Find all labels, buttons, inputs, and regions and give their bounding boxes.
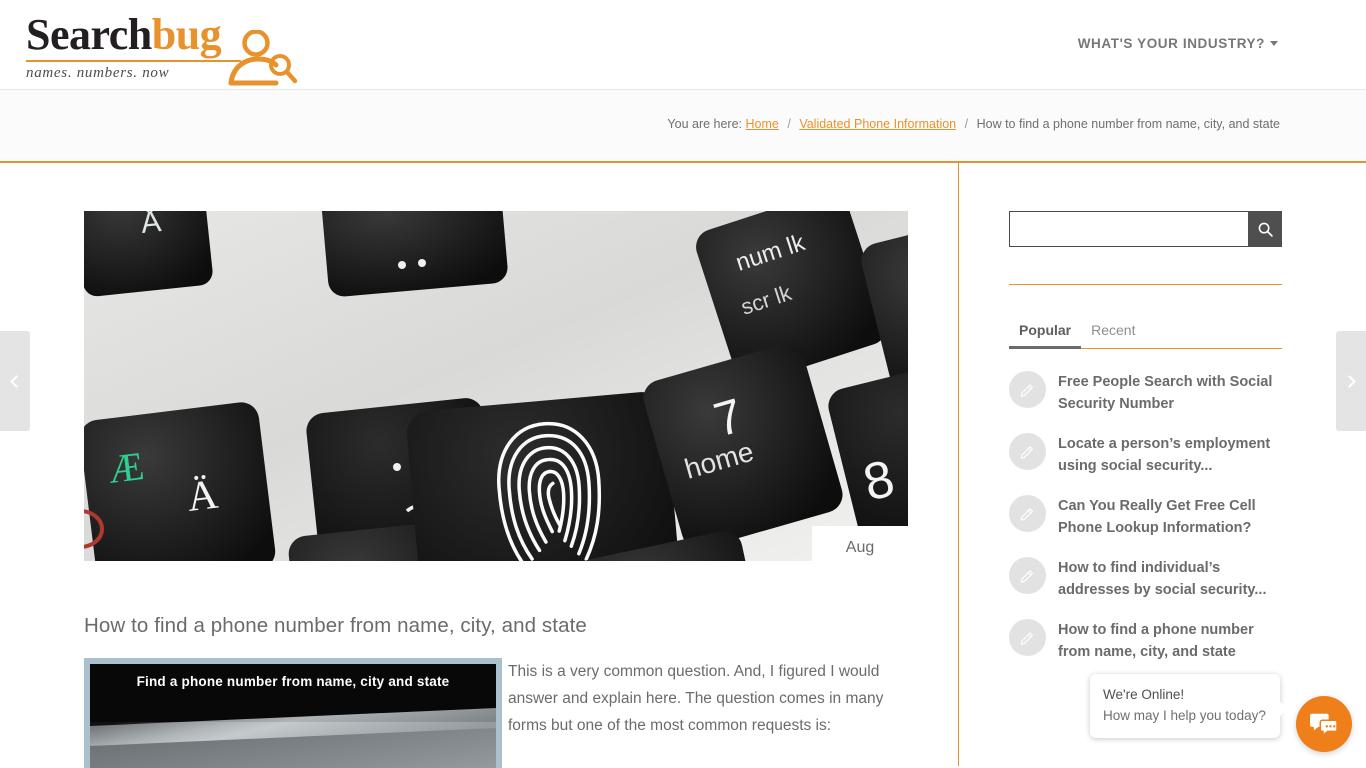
search-icon — [1258, 222, 1273, 237]
sidebar: Popular Recent Free People Search with S… — [1009, 211, 1282, 681]
svg-text:Å: Å — [139, 211, 162, 240]
site-header: Searchbug names. numbers. now WHAT'S YOU… — [0, 0, 1366, 90]
popular-posts-list: Free People Search with Social Security … — [1009, 371, 1282, 663]
avatar — [1009, 371, 1046, 408]
chevron-left-icon — [10, 374, 23, 388]
chat-greeting-bubble: We're Online! How may I help you today? — [1090, 674, 1288, 738]
chat-prompt-line: How may I help you today? — [1103, 708, 1266, 723]
pencil-icon — [1020, 446, 1034, 459]
page-title: How to find a phone number from name, ci… — [84, 614, 587, 637]
list-item[interactable]: Can You Really Get Free Cell Phone Looku… — [1009, 495, 1282, 539]
main-content-column: Å Æ Ä ✳ — [84, 211, 908, 768]
breadcrumb-link-home[interactable]: Home — [746, 117, 779, 131]
inline-article-figure[interactable]: Find a phone number from name, city and … — [84, 658, 502, 768]
list-item[interactable]: How to find a phone number from name, ci… — [1009, 619, 1282, 663]
pencil-icon — [1020, 508, 1034, 521]
tab-popular[interactable]: Popular — [1009, 322, 1082, 349]
post-paragraph: This is a very common question. And, I f… — [508, 663, 884, 734]
post-body: Find a phone number from name, city and … — [84, 658, 908, 768]
post-date-badge: Aug 11 — [812, 526, 908, 561]
list-item-label: Locate a person’s employment using socia… — [1058, 436, 1271, 474]
chevron-down-icon — [1270, 40, 1278, 46]
list-item-label: Can You Really Get Free Cell Phone Looku… — [1058, 498, 1256, 536]
avatar — [1009, 495, 1046, 532]
nav-industry-dropdown[interactable]: WHAT'S YOUR INDUSTRY? — [1078, 36, 1278, 51]
content-sidebar-divider — [958, 163, 959, 766]
breadcrumb-bar: You are here: Home / Validated Phone Inf… — [0, 90, 1366, 163]
avatar — [1009, 433, 1046, 470]
breadcrumb-prefix: You are here: — [667, 117, 743, 131]
sidebar-tabs: Popular Recent — [1009, 322, 1282, 349]
logo-word-search: Search — [26, 10, 152, 59]
pencil-icon — [1020, 632, 1034, 645]
list-item-label: Free People Search with Social Security … — [1058, 374, 1273, 412]
logo-word-bug: bug — [151, 10, 222, 59]
list-item[interactable]: Free People Search with Social Security … — [1009, 371, 1282, 415]
pencil-icon — [1020, 384, 1034, 397]
nav-industry-label: WHAT'S YOUR INDUSTRY? — [1077, 36, 1265, 51]
tab-recent[interactable]: Recent — [1081, 322, 1145, 349]
post-date-day: 11 — [852, 558, 869, 562]
page-body: Å Æ Ä ✳ — [0, 163, 1366, 768]
avatar — [1009, 557, 1046, 594]
featured-image[interactable]: Å Æ Ä ✳ — [84, 211, 908, 561]
list-item[interactable]: How to find individual’s addresses by so… — [1009, 557, 1282, 601]
breadcrumb-separator-2: / — [964, 117, 969, 131]
person-magnifier-logo-icon — [228, 30, 298, 86]
post-date-month: Aug — [845, 538, 875, 556]
svg-text:Æ: Æ — [106, 443, 147, 492]
svg-text:Ä: Ä — [185, 471, 221, 520]
search-submit-button[interactable] — [1248, 211, 1282, 247]
avatar — [1009, 619, 1046, 656]
sidebar-search-form — [1009, 211, 1282, 247]
list-item-label: How to find a phone number from name, ci… — [1058, 622, 1254, 660]
breadcrumb-separator-1: / — [787, 117, 791, 131]
pencil-icon — [1020, 570, 1034, 583]
breadcrumb-current-page: How to find a phone number from name, ci… — [976, 117, 1280, 131]
carousel-prev-button[interactable] — [0, 331, 30, 431]
site-logo[interactable]: Searchbug names. numbers. now — [26, 10, 298, 86]
breadcrumb: You are here: Home / Validated Phone Inf… — [667, 117, 1280, 131]
sidebar-divider-rule — [1009, 284, 1282, 285]
chat-status-line: We're Online! — [1103, 687, 1185, 702]
carousel-next-button[interactable] — [1336, 331, 1366, 431]
list-item[interactable]: Locate a person’s employment using socia… — [1009, 433, 1282, 477]
breadcrumb-link-category[interactable]: Validated Phone Information — [799, 117, 956, 131]
keyboard-photo: Å Æ Ä ✳ — [84, 211, 908, 561]
chat-bubbles-icon — [1310, 713, 1338, 737]
logo-divider-rule — [26, 60, 241, 62]
search-input[interactable] — [1009, 211, 1248, 247]
list-item-label: How to find individual’s addresses by so… — [1058, 560, 1267, 598]
chevron-right-icon — [1343, 374, 1356, 388]
figure-caption: Find a phone number from name, city and … — [136, 674, 450, 689]
chat-launcher-button[interactable] — [1296, 696, 1352, 752]
